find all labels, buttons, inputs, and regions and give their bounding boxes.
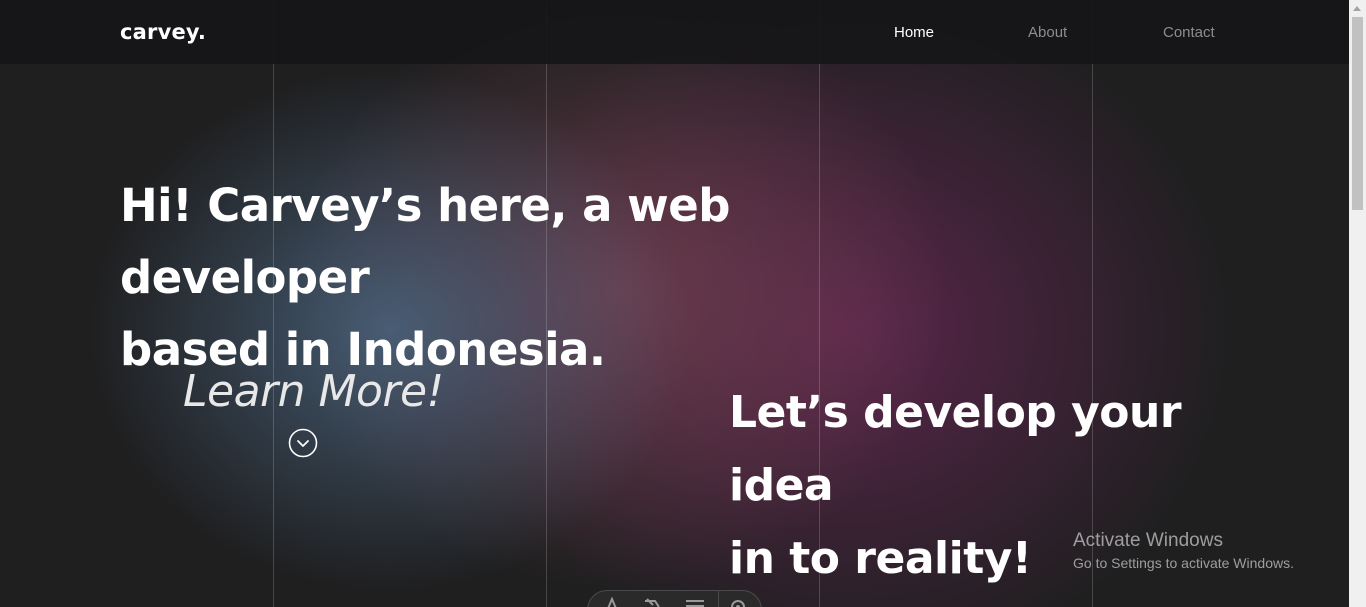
chevron-down-circle-icon[interactable] xyxy=(288,428,318,458)
navbar: carvey. Home About Contact xyxy=(0,0,1349,64)
toolbar-separator xyxy=(718,591,719,607)
activate-windows-watermark: Activate Windows Go to Settings to activ… xyxy=(1073,530,1294,571)
page: carvey. Home About Contact Hi! Carvey’s … xyxy=(0,0,1366,607)
hero-headline: Hi! Carvey’s here, a web developer based… xyxy=(120,170,920,386)
nav-about[interactable]: About xyxy=(1028,24,1067,41)
vertical-scrollbar[interactable] xyxy=(1349,0,1366,607)
watermark-subtitle: Go to Settings to activate Windows. xyxy=(1073,555,1294,571)
watermark-title: Activate Windows xyxy=(1073,530,1223,551)
lines-tool-icon[interactable] xyxy=(684,597,706,607)
nav-home[interactable]: Home xyxy=(894,24,934,41)
hero-headline-line1: Hi! Carvey’s here, a web developer xyxy=(120,179,730,304)
text-tool-icon[interactable] xyxy=(601,597,623,607)
pen-tool-icon[interactable] xyxy=(641,597,663,607)
logo[interactable]: carvey. xyxy=(120,20,206,44)
learn-more-link[interactable]: Learn More! xyxy=(183,366,444,417)
tagline-line1: Let’s develop your idea xyxy=(729,387,1182,511)
floating-toolbar xyxy=(587,590,762,607)
nav-contact[interactable]: Contact xyxy=(1163,24,1215,41)
scroll-up-arrow-icon[interactable] xyxy=(1353,6,1361,11)
scrollbar-thumb[interactable] xyxy=(1352,17,1363,210)
settings-icon[interactable] xyxy=(727,597,749,607)
tagline-line2: in to reality! xyxy=(729,533,1032,584)
